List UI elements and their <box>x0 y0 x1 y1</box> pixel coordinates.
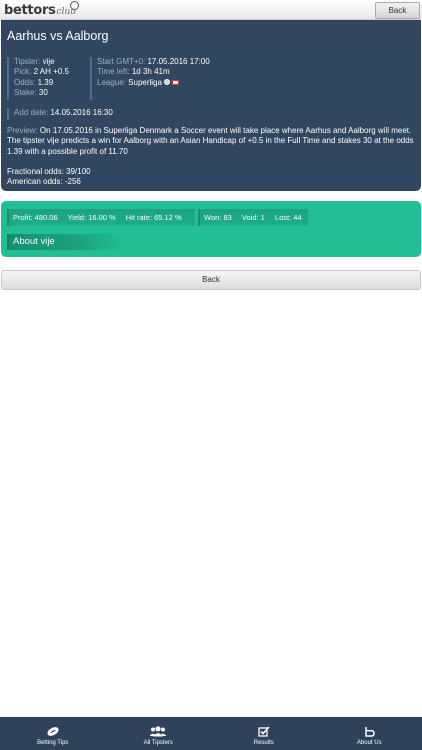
tipster-stats-panel: Profit: 480.06 Yield: 16.00 % Hit rate: … <box>1 201 421 257</box>
start-value: 17.05.2016 17:00 <box>147 57 210 66</box>
tab-results[interactable]: Results <box>211 717 317 750</box>
add-date-box: Add date: 14.05.2016 16:30 <box>7 108 127 120</box>
yield-stat: Yield: 16.00 % <box>67 213 116 222</box>
match-title: Aarhus vs Aalborg <box>7 29 109 43</box>
tab-betting-tips[interactable]: Betting Tips <box>0 717 106 750</box>
add-date-value: 14.05.2016 16:30 <box>50 108 113 117</box>
logo-ball-icon <box>70 1 79 10</box>
tab-label: All Tipsters <box>143 740 173 746</box>
pick-label: Pick: <box>14 67 32 77</box>
tipster-value[interactable]: vije <box>43 57 55 66</box>
match-panel: Aarhus vs Aalborg Tipster: vije Pick: 2 … <box>1 20 421 191</box>
league-label: League: <box>97 77 126 87</box>
bettors-club-logo: bettors club <box>4 1 79 18</box>
void-stat: Void: 1 <box>241 213 265 222</box>
logo-b-icon <box>365 727 375 737</box>
back-bar-button[interactable]: Back <box>1 270 421 290</box>
performance-stats: Profit: 480.06 Yield: 16.00 % Hit rate: … <box>7 209 195 226</box>
start-label: Start GMT+0: <box>97 57 146 66</box>
users-icon <box>149 726 167 737</box>
add-date-label: Add date: <box>14 108 49 117</box>
soccer-ball-icon <box>163 79 170 86</box>
american-value: -256 <box>64 177 81 187</box>
event-info-box: Start GMT+0: 17.05.2016 17:00 Time left:… <box>90 57 220 100</box>
tab-all-tipsters[interactable]: All Tipsters <box>106 717 212 750</box>
lost-stat: Lost: 44 <box>274 213 302 222</box>
odds-conversion: Fractional odds: 39/100 American odds: -… <box>7 167 91 188</box>
tab-label: Results <box>253 740 274 746</box>
preview-body: On 17.05.2016 in Superliga Denmark a Soc… <box>7 126 414 156</box>
football-icon <box>47 727 59 736</box>
tab-label: Betting Tips <box>37 740 69 746</box>
stake-value: 30 <box>38 87 48 97</box>
american-label: American odds: <box>7 177 63 187</box>
league-value: Superliga <box>128 77 162 87</box>
top-bar: bettors club Back <box>0 0 422 20</box>
tip-info-box: Tipster: vije Pick: 2 AH +0.5 Odds: 1.39… <box>7 57 87 100</box>
about-tipster-link[interactable]: About vije <box>7 234 125 250</box>
won-stat: Won: 83 <box>204 213 232 222</box>
profit-stat: Profit: 480.06 <box>13 213 58 222</box>
tab-about-us[interactable]: About Us <box>317 717 422 750</box>
bottom-tab-bar: Betting Tips All Tipsters Results About … <box>0 717 422 750</box>
fractional-value: 39/100 <box>66 167 91 176</box>
odds-label: Odds: <box>14 77 36 87</box>
denmark-flag-icon <box>171 79 179 85</box>
tab-label: About Us <box>356 740 382 746</box>
preview-label: Preview: <box>7 126 38 135</box>
checkbox-icon <box>258 726 270 737</box>
back-button[interactable]: Back <box>375 2 420 19</box>
logo-main-text: bettors <box>4 3 56 18</box>
tipster-label: Tipster: <box>14 57 41 66</box>
hit-rate-stat: Hit rate: 65.12 % <box>125 213 182 222</box>
pick-value: 2 AH +0.5 <box>33 67 69 77</box>
preview-text: Preview: On 17.05.2016 in Superliga Denm… <box>7 126 415 157</box>
stake-label: Stake: <box>14 87 37 97</box>
record-stats: Won: 83 Void: 1 Lost: 44 <box>198 209 308 226</box>
odds-value: 1.39 <box>37 77 54 87</box>
fractional-label: Fractional odds: <box>7 167 64 176</box>
time-left-value: 1d 3h 41m <box>131 67 170 77</box>
time-left-label: Time left: <box>97 67 130 77</box>
